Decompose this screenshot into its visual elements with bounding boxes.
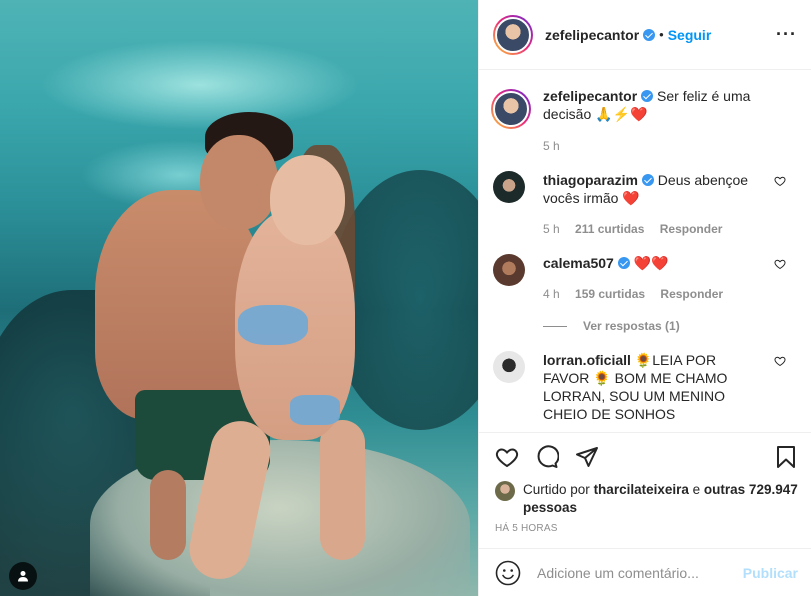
caption-time[interactable]: 5 h	[543, 139, 560, 153]
comment-time[interactable]: 5 h	[543, 222, 560, 236]
water-highlight	[40, 40, 360, 130]
comment-likes[interactable]: 159 curtidas	[575, 287, 645, 301]
tag-user-icon[interactable]	[9, 562, 37, 590]
comment-username[interactable]: thiagoparazim	[543, 172, 638, 188]
comment-emoji: ❤️❤️	[633, 255, 669, 271]
caption: zefelipecantor Ser feliz é uma decisão 🙏…	[491, 87, 798, 155]
woman-head	[270, 155, 345, 245]
avatar[interactable]	[493, 171, 525, 203]
header-username[interactable]: zefelipecantor	[545, 27, 639, 43]
comment-item: calema507 ❤️❤️ 4 h 159 curtidas Responde…	[493, 254, 798, 303]
comment-like-heart-icon[interactable]	[774, 355, 786, 367]
more-options-icon[interactable]: ···	[776, 24, 797, 45]
reply-button[interactable]: Responder	[660, 222, 723, 236]
comment-icon[interactable]	[535, 445, 559, 469]
post-actions: Curtido por tharcilateixeira e outras 72…	[479, 432, 811, 534]
avatar[interactable]	[493, 14, 533, 55]
comment-like-heart-icon[interactable]	[774, 258, 786, 270]
verified-icon	[641, 90, 654, 102]
man-head	[200, 135, 278, 230]
man-leg	[150, 470, 186, 560]
comment-like-heart-icon[interactable]	[774, 175, 786, 187]
avatar[interactable]	[493, 254, 525, 286]
liked-by-user[interactable]: tharcilateixeira	[594, 482, 689, 497]
caption-username[interactable]: zefelipecantor	[543, 88, 637, 104]
liked-by: Curtido por tharcilateixeira e outras 72…	[495, 481, 798, 517]
view-replies-button[interactable]: Ver respostas (1)	[543, 319, 798, 333]
avatar[interactable]	[495, 481, 515, 501]
view-replies-label: Ver respostas (1)	[583, 319, 680, 333]
follow-button[interactable]: Seguir	[668, 27, 712, 43]
caption-emoji: 🙏⚡❤️	[595, 106, 648, 122]
post-header: zefelipecantor • Seguir ···	[479, 0, 811, 70]
avatar[interactable]	[491, 89, 531, 129]
bikini-top	[238, 305, 308, 345]
bikini-bottom	[290, 395, 340, 425]
verified-icon	[643, 28, 656, 41]
emoji-icon[interactable]	[495, 560, 521, 586]
save-icon[interactable]	[774, 445, 798, 469]
comment-username[interactable]: calema507	[543, 255, 614, 271]
divider	[543, 325, 567, 327]
woman-leg	[320, 420, 365, 560]
publish-button[interactable]: Publicar	[743, 565, 798, 581]
comment-emoji: ❤️	[622, 190, 640, 206]
reply-button[interactable]: Responder	[660, 287, 723, 301]
post-panel: zefelipecantor • Seguir ··· zefelipecant…	[478, 0, 811, 596]
comment-time[interactable]: 4 h	[543, 287, 560, 301]
liked-by-prefix: Curtido por	[523, 482, 590, 497]
heart-icon[interactable]	[495, 445, 519, 469]
comments-list[interactable]: zefelipecantor Ser feliz é uma decisão 🙏…	[479, 71, 811, 432]
post-timestamp[interactable]: HÁ 5 HORAS	[495, 523, 798, 534]
post-photo[interactable]	[0, 0, 478, 596]
add-comment-bar: Publicar	[479, 548, 811, 596]
comment-item: thiagoparazim Deus abençoe vocês irmão ❤…	[493, 171, 798, 238]
verified-icon	[641, 174, 654, 186]
liked-by-conj: e	[692, 482, 701, 497]
avatar[interactable]	[493, 351, 525, 383]
comment-input[interactable]	[537, 564, 743, 581]
comment-item: lorran.oficiall 🌻LEIA POR FAVOR 🌻 BOM ME…	[493, 351, 798, 423]
share-icon[interactable]	[575, 445, 599, 469]
verified-icon	[617, 257, 630, 269]
comment-username[interactable]: lorran.oficiall	[543, 352, 631, 368]
comment-likes[interactable]: 211 curtidas	[575, 222, 644, 236]
separator-dot: •	[659, 27, 664, 42]
